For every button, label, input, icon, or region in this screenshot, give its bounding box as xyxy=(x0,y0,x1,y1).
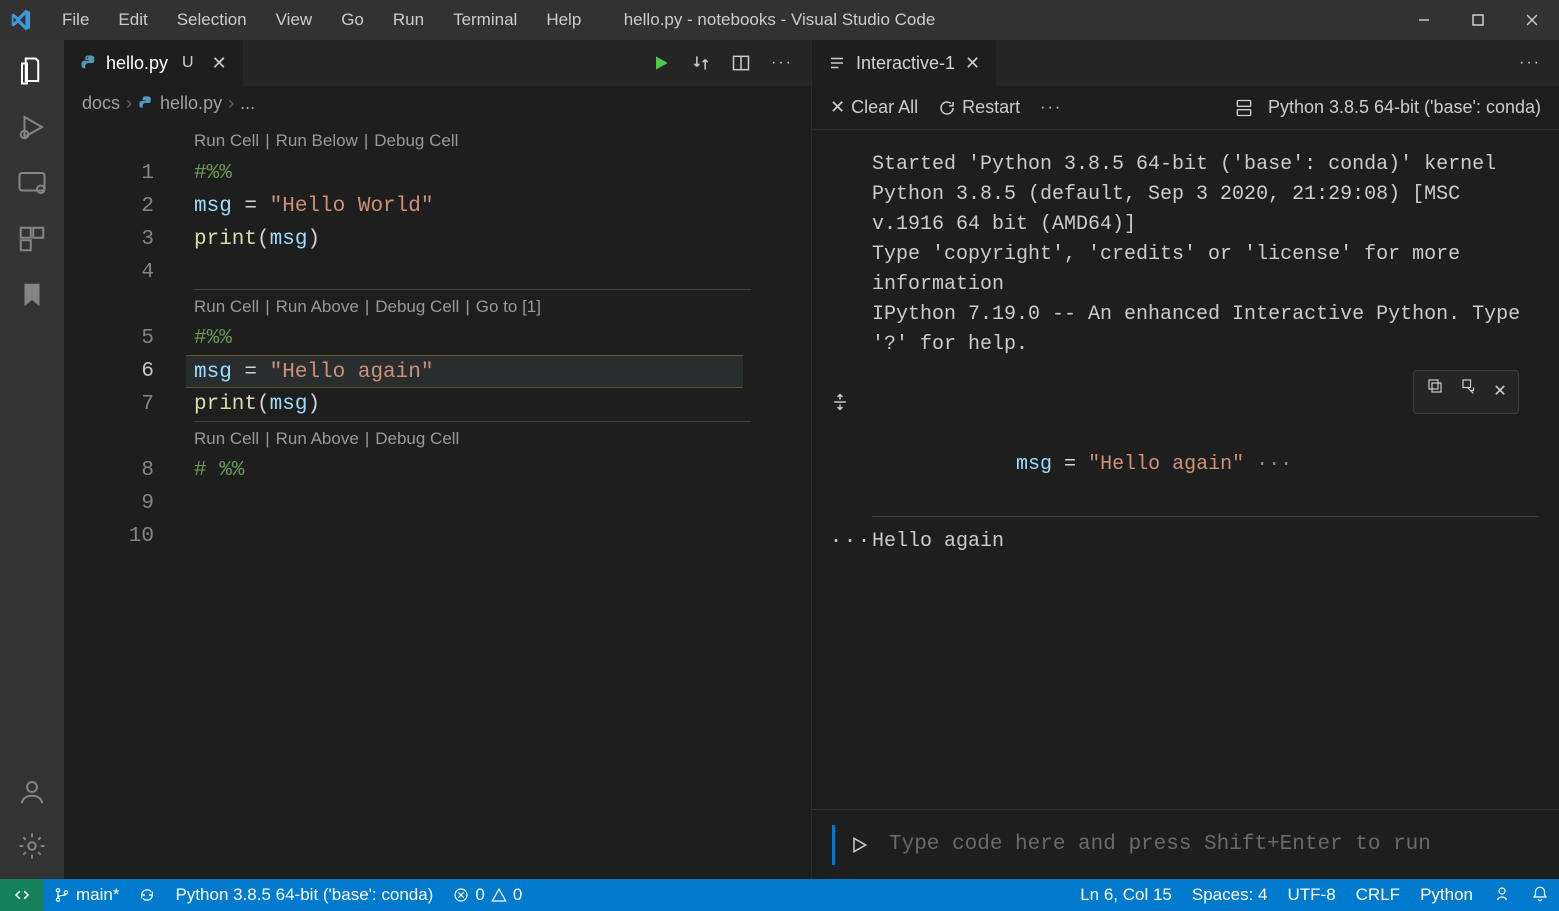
more-actions-icon[interactable]: ··· xyxy=(771,54,793,72)
run-debug-icon[interactable] xyxy=(15,110,49,144)
editor-tabs: hello.py U ✕ ··· xyxy=(64,40,811,86)
language-status[interactable]: Python xyxy=(1410,885,1483,905)
run-cell-link[interactable]: Run Cell xyxy=(194,290,259,323)
explorer-icon[interactable] xyxy=(15,54,49,88)
maximize-button[interactable] xyxy=(1451,0,1505,40)
goto-link[interactable]: Go to [1] xyxy=(476,290,541,323)
tab-hello-py[interactable]: hello.py U ✕ xyxy=(64,40,244,86)
menu-run[interactable]: Run xyxy=(381,6,436,34)
remote-indicator[interactable] xyxy=(0,879,44,911)
interpreter-label[interactable]: Python 3.8.5 64-bit ('base': conda) xyxy=(1268,97,1541,118)
codelens-row: Run Cell| Run Below| Debug Cell xyxy=(194,124,811,157)
execute-input-icon[interactable] xyxy=(832,825,869,865)
debug-cell-link[interactable]: Debug Cell xyxy=(375,422,459,455)
vscode-logo-icon xyxy=(0,9,40,31)
modified-indicator: U xyxy=(182,54,194,72)
menu-go[interactable]: Go xyxy=(329,6,376,34)
python-file-icon xyxy=(80,54,98,72)
close-tab-icon[interactable]: ✕ xyxy=(212,53,227,74)
tab-interactive-1[interactable]: Interactive-1 ✕ xyxy=(812,40,996,86)
menu-terminal[interactable]: Terminal xyxy=(441,6,529,34)
breadcrumb-tail[interactable]: ... xyxy=(240,93,255,114)
menu-edit[interactable]: Edit xyxy=(106,6,159,34)
indent-status[interactable]: Spaces: 4 xyxy=(1182,885,1278,905)
debug-cell-link[interactable]: Debug Cell xyxy=(374,124,458,157)
debug-cell-link[interactable]: Debug Cell xyxy=(375,290,459,323)
tab-filename: hello.py xyxy=(106,53,168,74)
main-menu: File Edit Selection View Go Run Terminal… xyxy=(40,6,593,34)
tab-name: Interactive-1 xyxy=(856,53,955,74)
branch-status[interactable]: main* xyxy=(44,879,129,911)
breadcrumb[interactable]: docs › hello.py › ... xyxy=(64,86,811,120)
run-cell-link[interactable]: Run Cell xyxy=(194,422,259,455)
interactive-icon xyxy=(828,54,846,72)
close-button[interactable] xyxy=(1505,0,1559,40)
extensions-icon[interactable] xyxy=(15,222,49,256)
menu-selection[interactable]: Selection xyxy=(165,6,259,34)
python-file-icon xyxy=(138,95,154,111)
status-bar: main* Python 3.8.5 64-bit ('base': conda… xyxy=(0,879,1559,911)
sync-status[interactable] xyxy=(129,879,165,911)
codelens-row: Run Cell| Run Above| Debug Cell xyxy=(194,421,751,454)
close-icon: ✕ xyxy=(830,97,845,118)
restart-icon xyxy=(938,99,956,117)
more-actions-icon[interactable]: ··· xyxy=(1519,54,1559,72)
collapse-icon[interactable] xyxy=(830,392,850,412)
goto-source-icon[interactable] xyxy=(1460,377,1478,407)
notifications-icon[interactable] xyxy=(1521,885,1559,903)
code-editor[interactable]: 1 2 3 4 5 6 7 8 9 10 Run Cell| Run xyxy=(64,120,811,879)
run-above-link[interactable]: Run Above xyxy=(276,422,359,455)
server-icon xyxy=(1234,98,1254,118)
breadcrumb-file[interactable]: hello.py xyxy=(160,93,222,114)
interactive-tabs: Interactive-1 ✕ ··· xyxy=(812,40,1559,86)
startup-text: Started 'Python 3.8.5 64-bit ('base': co… xyxy=(872,150,1539,360)
restart-button[interactable]: Restart xyxy=(938,97,1020,118)
encoding-status[interactable]: UTF-8 xyxy=(1277,885,1345,905)
interpreter-status[interactable]: Python 3.8.5 64-bit ('base': conda) xyxy=(165,879,443,911)
minimap[interactable] xyxy=(741,120,811,879)
window-title: hello.py - notebooks - Visual Studio Cod… xyxy=(624,10,936,30)
run-above-link[interactable]: Run Above xyxy=(276,290,359,323)
eol-status[interactable]: CRLF xyxy=(1346,885,1410,905)
settings-gear-icon[interactable] xyxy=(15,829,49,863)
bookmark-icon[interactable] xyxy=(15,278,49,312)
accounts-icon[interactable] xyxy=(15,775,49,809)
problems-status[interactable]: 0 0 xyxy=(443,879,532,911)
interactive-toolbar: ✕ Clear All Restart ··· Python 3.8.5 64-… xyxy=(812,86,1559,130)
executed-cell-code[interactable]: ✕ msg = "Hello again" ··· xyxy=(872,390,1539,517)
run-cell-link[interactable]: Run Cell xyxy=(194,124,259,157)
remote-explorer-icon[interactable] xyxy=(15,166,49,200)
more-actions-icon[interactable]: ··· xyxy=(1040,99,1062,117)
cell-actions: ✕ xyxy=(1413,370,1519,414)
interactive-output[interactable]: Started 'Python 3.8.5 64-bit ('base': co… xyxy=(812,130,1559,809)
feedback-icon[interactable] xyxy=(1483,885,1521,903)
interactive-input-row xyxy=(812,809,1559,879)
close-tab-icon[interactable]: ✕ xyxy=(965,53,980,74)
menu-file[interactable]: File xyxy=(50,6,101,34)
delete-cell-icon[interactable]: ✕ xyxy=(1494,377,1506,407)
run-below-link[interactable]: Run Below xyxy=(276,124,358,157)
chevron-right-icon: › xyxy=(228,93,234,114)
run-python-icon[interactable] xyxy=(651,53,671,73)
output-ellipsis-icon[interactable]: ··· xyxy=(830,527,872,557)
minimize-button[interactable] xyxy=(1397,0,1451,40)
line-number-gutter: 1 2 3 4 5 6 7 8 9 10 xyxy=(64,124,174,553)
title-bar: File Edit Selection View Go Run Terminal… xyxy=(0,0,1559,40)
interactive-input[interactable] xyxy=(889,833,1539,856)
clear-all-button[interactable]: ✕ Clear All xyxy=(830,97,918,118)
copy-icon[interactable] xyxy=(1426,377,1444,407)
chevron-right-icon: › xyxy=(126,93,132,114)
breadcrumb-folder[interactable]: docs xyxy=(82,93,120,114)
menu-view[interactable]: View xyxy=(264,6,325,34)
menu-help[interactable]: Help xyxy=(534,6,593,34)
cell-output: Hello again xyxy=(872,527,1004,557)
activity-bar xyxy=(0,40,64,879)
split-editor-icon[interactable] xyxy=(731,53,751,73)
codelens-row: Run Cell| Run Above| Debug Cell| Go to [… xyxy=(194,289,751,322)
cursor-position[interactable]: Ln 6, Col 15 xyxy=(1070,885,1182,905)
compare-changes-icon[interactable] xyxy=(691,53,711,73)
